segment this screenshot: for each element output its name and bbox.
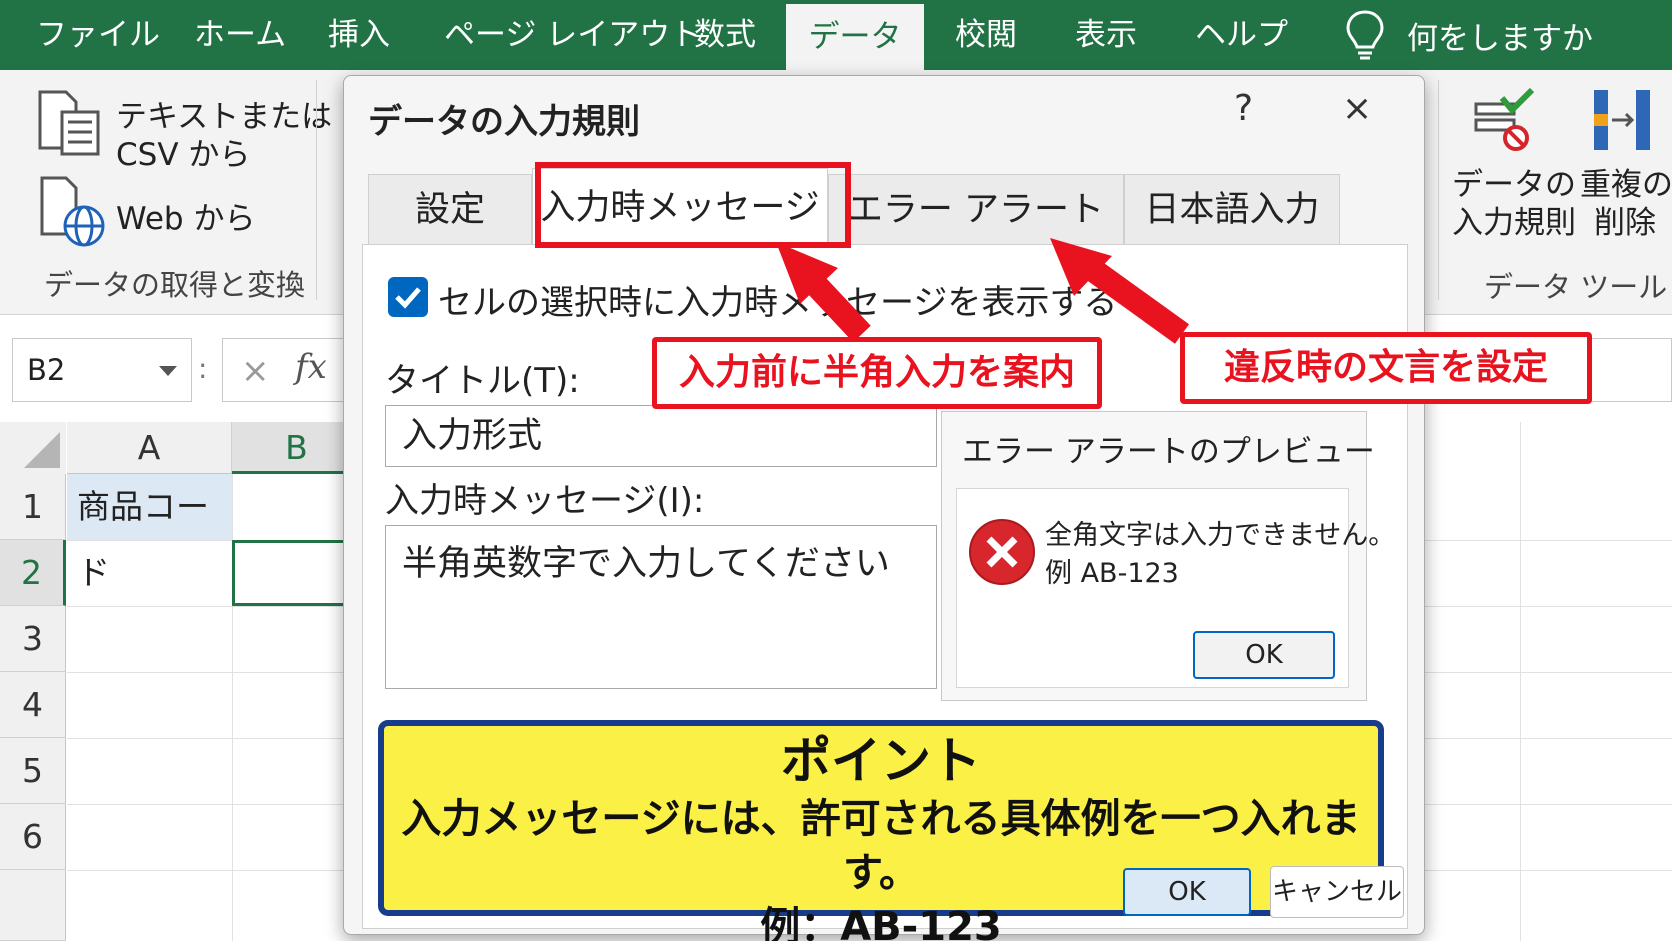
arrow-to-error-alert-tab bbox=[1050, 238, 1190, 344]
arrow-to-input-message-tab bbox=[776, 242, 871, 343]
callout-error-message: 違反時の文言を設定 bbox=[1180, 332, 1592, 404]
callout-input-guidance: 入力前に半角入力を案内 bbox=[652, 337, 1102, 409]
annotation-arrows bbox=[776, 238, 1190, 344]
